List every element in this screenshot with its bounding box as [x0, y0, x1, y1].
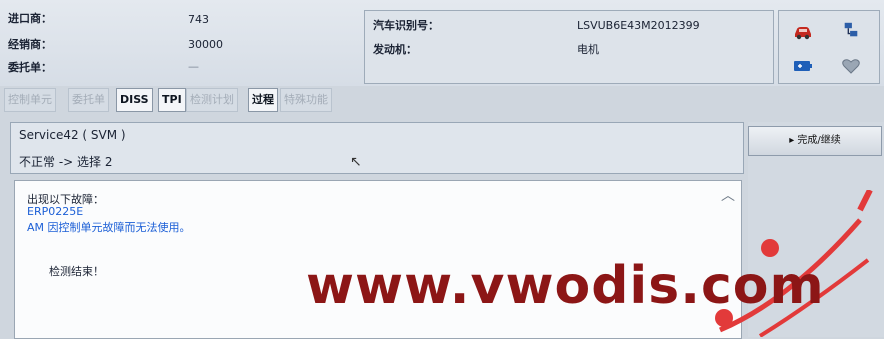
import-dealer-label: 进口商： [8, 12, 52, 25]
mouse-cursor-icon: ↖ [350, 154, 362, 170]
vin-value: LSVUB6E43M2012399 [577, 19, 700, 32]
error-code: ERP0225E [27, 205, 84, 218]
tab-special-functions[interactable]: 特殊功能 [280, 88, 332, 112]
import-dealer-value: 743 [188, 13, 209, 26]
finish-continue-button[interactable]: ▸ 完成/继续 [748, 126, 882, 156]
dealer-info: 进口商： 743 经销商： 30000 委托单： — [0, 4, 360, 80]
tab-orders[interactable]: 委托单 [68, 88, 109, 112]
dealer-value: 30000 [188, 38, 223, 51]
watermark-text: www.vwodis.com [306, 256, 825, 316]
header-icon-panel [778, 10, 880, 84]
service-status: 不正常 -> 选择 2 [19, 155, 113, 169]
vehicle-info-header: 进口商： 743 经销商： 30000 委托单： — 汽车识别号： LSVUB6… [0, 0, 884, 86]
battery-icon[interactable] [793, 57, 813, 75]
network-icon[interactable] [841, 21, 861, 39]
service-panel: Service42 ( SVM ) 不正常 -> 选择 2 [10, 122, 744, 174]
vehicle-info: 汽车识别号： LSVUB6E43M2012399 发动机： 电机 [364, 10, 774, 84]
tab-bar: 控制单元 委托单 DISS TPI 检测计划 过程 特殊功能 [4, 86, 874, 112]
heart-icon[interactable] [841, 57, 861, 75]
car-icon[interactable] [793, 23, 813, 41]
tab-tpi[interactable]: TPI [158, 88, 186, 112]
engine-label: 发动机： [373, 43, 417, 56]
order-value: — [188, 60, 199, 73]
dealer-label: 经销商： [8, 38, 52, 51]
tab-diss[interactable]: DISS [116, 88, 153, 112]
vin-label: 汽车识别号： [373, 19, 439, 32]
test-end-message: 检测结束！ [49, 265, 104, 278]
order-label: 委托单： [8, 61, 52, 74]
tab-process[interactable]: 过程 [248, 88, 278, 112]
tab-control-units[interactable]: 控制单元 [4, 88, 56, 112]
engine-value: 电机 [577, 43, 599, 56]
service-title: Service42 ( SVM ) [19, 128, 126, 142]
tab-test-plan[interactable]: 检测计划 [186, 88, 238, 112]
error-description: AM 因控制单元故障而无法使用。 [27, 221, 191, 234]
